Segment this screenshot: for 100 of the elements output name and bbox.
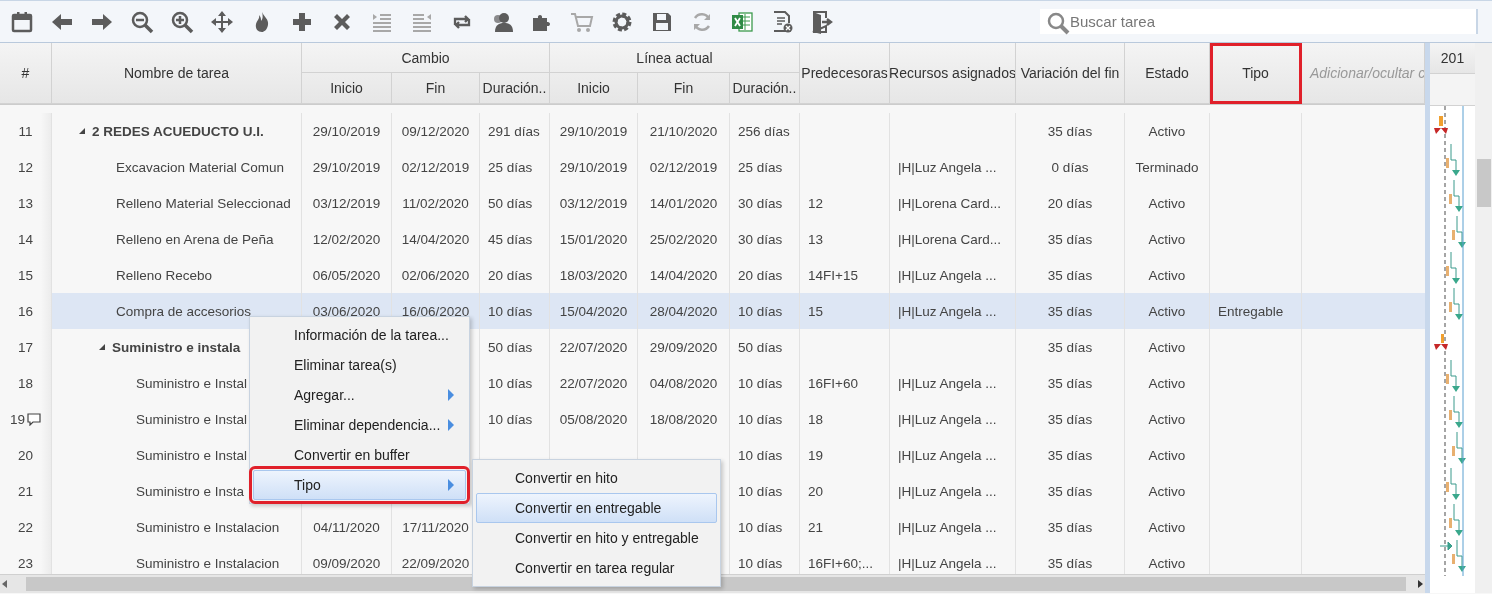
- table-cell: 10 días: [488, 375, 533, 391]
- task-bar: [1449, 410, 1452, 420]
- move-icon[interactable]: [210, 9, 234, 34]
- task-name: Relleno Recebo: [116, 267, 213, 283]
- task-bar: [1446, 482, 1449, 492]
- table-cell: 18/03/2020: [559, 267, 628, 283]
- table-cell: 14/04/2020: [401, 231, 470, 247]
- table-cell: |H|Luz Angela ...: [898, 159, 997, 175]
- table-cell: 22/07/2020: [559, 375, 628, 391]
- search-field[interactable]: Buscar tarea: [1040, 9, 1478, 34]
- task-bar: [1449, 518, 1452, 528]
- table-cell: |H|Lorena Card...: [898, 231, 1002, 247]
- task-name: Excavacion Material Comun: [116, 159, 285, 175]
- task-bar: [1449, 194, 1452, 204]
- collapse-arrow-icon[interactable]: [98, 343, 106, 351]
- row-number: 16: [18, 303, 33, 319]
- column-header[interactable]: Predecesoras: [800, 43, 890, 104]
- table-cell: |H|Luz Angela ...: [898, 375, 997, 391]
- column-header[interactable]: Nombre de tarea: [52, 43, 302, 104]
- table-cell: 16FI+60: [808, 375, 858, 391]
- table-cell: 25/02/2020: [649, 231, 718, 247]
- vertical-scrollbar[interactable]: [1475, 43, 1492, 593]
- table-cell: Activo: [1148, 447, 1186, 463]
- zoom-in-icon[interactable]: [170, 9, 194, 34]
- summary-bar: [1434, 128, 1448, 134]
- column-header[interactable]: Variación del fin: [1016, 43, 1125, 104]
- table-cell: 35 días: [1047, 231, 1093, 247]
- selected-task-row[interactable]: 16 Compra de accesorios 03/06/2020 16/06/2020 10 días 15/04/2020 28/04/2020 10 días 15 |H|Luz Angela ... 35 días Activo Entregable: [0, 293, 1425, 329]
- table-cell: 20 días: [738, 267, 783, 283]
- table-cell: 25 días: [488, 159, 533, 175]
- table-cell: 03/12/2019: [312, 195, 381, 211]
- column-header[interactable]: Duración..: [730, 73, 800, 104]
- column-header[interactable]: Estado: [1125, 43, 1210, 104]
- task-bar: [1452, 554, 1455, 564]
- table-cell: |H|Luz Angela ...: [898, 483, 997, 499]
- table-cell: 29/10/2019: [312, 123, 381, 139]
- scroll-right-icon[interactable]: [1415, 579, 1425, 589]
- table-cell: Activo: [1148, 411, 1186, 427]
- table-cell: 16/06/2020: [401, 303, 470, 319]
- menu-item[interactable]: Convertir en buffer: [253, 440, 466, 470]
- menu-item[interactable]: Convertir en hito: [476, 463, 717, 493]
- dependency-arrow: [1439, 541, 1453, 551]
- row-number: 15: [18, 267, 33, 283]
- table-cell: Activo: [1148, 267, 1186, 283]
- collapse-arrow-icon[interactable]: [78, 127, 86, 135]
- column-group-header[interactable]: Línea actual: [550, 43, 800, 73]
- table-cell: 14/01/2020: [649, 195, 718, 211]
- row-number: 18: [18, 375, 33, 391]
- column-group-header[interactable]: Cambio: [302, 43, 550, 73]
- column-header[interactable]: Tipo: [1210, 43, 1302, 104]
- table-cell: 15/04/2020: [559, 303, 628, 319]
- table-cell: 10 días: [488, 303, 533, 319]
- column-header[interactable]: #: [0, 43, 52, 104]
- table-cell: 12/02/2020: [312, 231, 381, 247]
- row-number: 12: [18, 159, 33, 175]
- column-header[interactable]: Inicio: [302, 73, 392, 104]
- column-header[interactable]: Inicio: [550, 73, 638, 104]
- table-cell: 10 días: [738, 411, 783, 427]
- table-cell: Entregable: [1218, 303, 1284, 319]
- calendar-icon[interactable]: [10, 9, 34, 34]
- task-name: Compra de accesorios: [116, 303, 252, 319]
- menu-item[interactable]: Convertir en tarea regular: [476, 553, 717, 583]
- menu-item[interactable]: Agregar...: [253, 380, 466, 410]
- spreadsheet-icon[interactable]: [730, 9, 754, 34]
- column-header[interactable]: Duración..: [480, 73, 550, 104]
- table-cell: 45 días: [488, 231, 533, 247]
- table-cell: Activo: [1148, 483, 1186, 499]
- task-bar: [1452, 446, 1455, 456]
- row-number: 21: [18, 483, 33, 499]
- row-number: 19: [10, 411, 25, 427]
- column-header[interactable]: Fin: [392, 73, 480, 104]
- menu-item[interactable]: Eliminar tarea(s): [253, 350, 466, 380]
- comment-icon[interactable]: [27, 412, 41, 426]
- scroll-left-icon[interactable]: [0, 579, 10, 589]
- table-cell: 256 días: [738, 123, 790, 139]
- row-number: 11: [18, 123, 33, 139]
- table-cell: 29/09/2020: [649, 339, 718, 355]
- table-cell: 10 días: [738, 447, 783, 463]
- table-cell: 22/09/2020: [401, 555, 470, 571]
- table-cell: 0 días: [1051, 159, 1089, 175]
- menu-item[interactable]: Eliminar dependencia...: [253, 410, 466, 440]
- row-number: 17: [18, 339, 33, 355]
- table-cell: 02/12/2019: [401, 159, 470, 175]
- table-cell: 30 días: [738, 231, 783, 247]
- zoom-out-icon[interactable]: [130, 9, 154, 34]
- table-cell: 21: [808, 519, 824, 535]
- column-header[interactable]: Recursos asignados: [890, 43, 1016, 104]
- task-name: Relleno en Arena de Peña: [116, 231, 274, 247]
- table-cell: 04/08/2020: [649, 375, 718, 391]
- table-cell: Activo: [1148, 375, 1186, 391]
- task-name: Suministro e Insta: [136, 483, 245, 499]
- table-cell: Activo: [1148, 195, 1186, 211]
- table-cell: 06/05/2020: [312, 267, 381, 283]
- table-cell: 14FI+15: [808, 267, 858, 283]
- menu-item[interactable]: Convertir en entregable: [476, 493, 717, 523]
- task-bar: [1446, 266, 1449, 276]
- exit-door-icon[interactable]: [810, 9, 834, 34]
- table-cell: 14/04/2020: [649, 267, 718, 283]
- column-header[interactable]: Fin: [638, 73, 730, 104]
- menu-item[interactable]: Convertir en hito y entregable: [476, 523, 717, 553]
